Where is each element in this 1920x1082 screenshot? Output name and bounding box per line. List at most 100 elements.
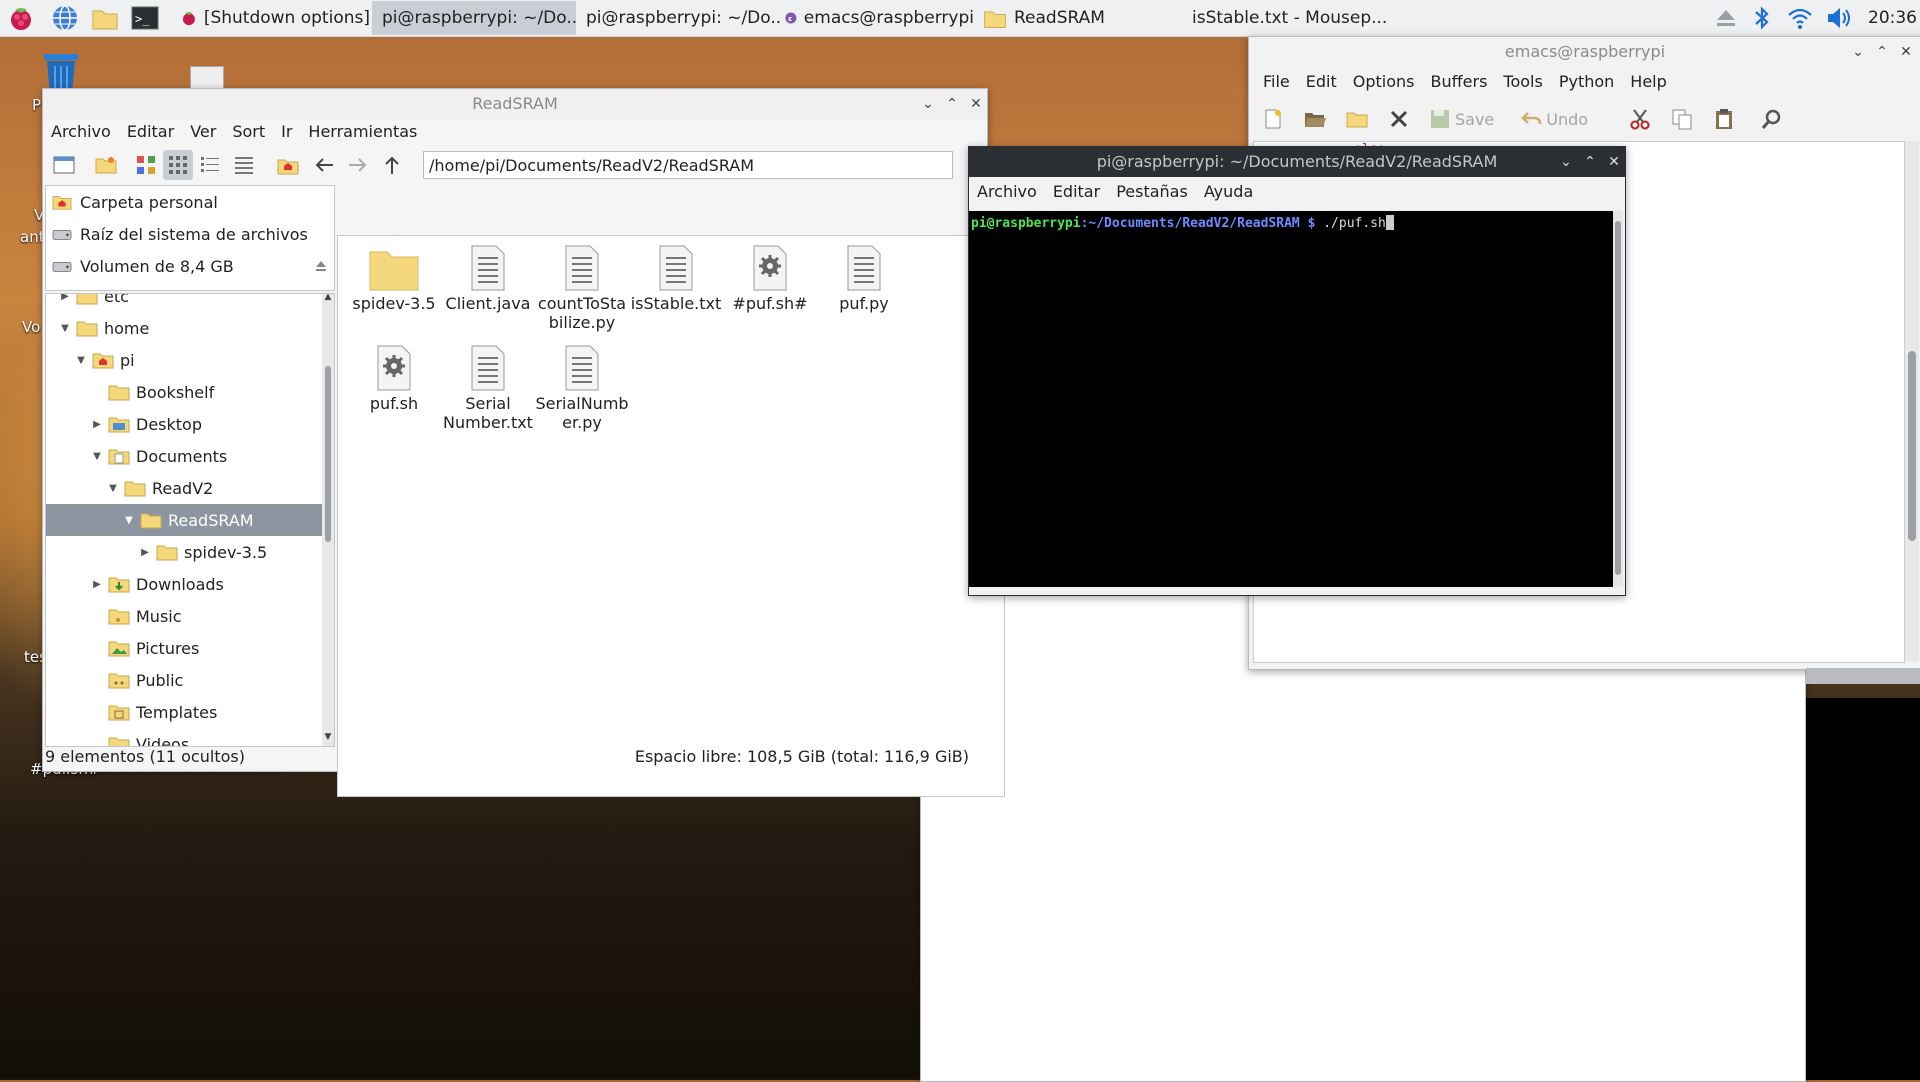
taskbar-item-emacs[interactable]: ε emacs@raspberrypi (780, 1, 974, 35)
place-volume[interactable]: Volumen de 8,4 GB (46, 250, 334, 282)
paste-button[interactable] (1712, 107, 1736, 131)
menu-pestanas[interactable]: Pestañas (1108, 179, 1196, 205)
home-icon[interactable] (277, 154, 299, 176)
back-arrow-icon[interactable] (313, 154, 335, 176)
undo-button[interactable]: Undo (1520, 108, 1588, 130)
tree-item[interactable]: ▶ Downloads (46, 568, 334, 600)
taskbar-item-mousepad[interactable]: isStable.txt - Mousep... (1182, 1, 1386, 35)
taskbar-item-shutdown[interactable]: [Shutdown options] (176, 1, 370, 35)
search-button[interactable] (1760, 107, 1784, 131)
menu-buffers[interactable]: Buffers (1423, 69, 1496, 95)
save-button[interactable]: Save (1429, 108, 1494, 130)
maximize-button[interactable]: ⌃ (945, 97, 959, 111)
scrollbar-thumb[interactable] (1908, 351, 1916, 541)
collapse-arrow-icon[interactable]: ▼ (122, 515, 136, 526)
menu-tools[interactable]: Tools (1495, 69, 1550, 95)
minimize-button[interactable]: ⌄ (1851, 45, 1865, 59)
new-window-icon[interactable] (53, 154, 75, 176)
tree-item[interactable]: Bookshelf (46, 376, 334, 408)
maximize-button[interactable]: ⌃ (1875, 45, 1889, 59)
file-item[interactable]: #puf.sh# (722, 244, 818, 313)
file-item[interactable]: puf.py (816, 244, 912, 313)
close-button[interactable]: ✕ (1899, 45, 1913, 59)
dired-button[interactable] (1345, 107, 1369, 131)
menu-ayuda[interactable]: Ayuda (1196, 179, 1261, 205)
new-file-button[interactable] (1261, 107, 1285, 131)
up-arrow-icon[interactable] (381, 154, 403, 176)
emacs-scrollbar[interactable] (1905, 141, 1919, 661)
expand-arrow-icon[interactable]: ▶ (90, 419, 104, 430)
menu-options[interactable]: Options (1345, 69, 1423, 95)
taskbar-item-readsram[interactable]: ReadSRAM (978, 1, 1172, 35)
menu-editar[interactable]: Editar (119, 119, 182, 145)
new-folder-icon[interactable] (95, 154, 117, 176)
file-item[interactable]: Client.java (440, 244, 536, 313)
scrollbar-thumb[interactable] (325, 366, 331, 542)
menu-file[interactable]: File (1255, 69, 1298, 95)
file-item[interactable]: Serial Number.txt (440, 344, 536, 432)
scroll-up-icon[interactable]: ▲ (322, 294, 334, 302)
tree-item[interactable]: ▼ Documents (46, 440, 334, 472)
tree-item[interactable]: ▶ Desktop (46, 408, 334, 440)
forward-arrow-icon[interactable] (347, 154, 369, 176)
expand-arrow-icon[interactable]: ▶ (138, 547, 152, 558)
collapse-arrow-icon[interactable]: ▼ (90, 451, 104, 462)
terminal-screen[interactable]: pi@raspberrypi:~/Documents/ReadV2/ReadSR… (969, 211, 1613, 587)
tree-item[interactable]: Public (46, 664, 334, 696)
menu-ver[interactable]: Ver (182, 119, 224, 145)
tree-item[interactable]: Templates (46, 696, 334, 728)
minimize-button[interactable]: ⌄ (1559, 155, 1573, 169)
tree-item[interactable]: ▼ ReadV2 (46, 472, 334, 504)
icon-view-button[interactable] (163, 150, 193, 180)
scroll-down-icon[interactable]: ▼ (322, 732, 334, 742)
eject-icon[interactable] (314, 259, 328, 273)
thumbnail-view-icon[interactable] (135, 154, 157, 176)
tree-scrollbar[interactable]: ▲ ▼ (322, 294, 334, 746)
bluetooth-icon[interactable] (1748, 3, 1776, 33)
cut-button[interactable] (1628, 107, 1652, 131)
volume-icon[interactable] (1824, 3, 1852, 33)
tree-item[interactable]: ▶ etc (46, 294, 334, 312)
desktop-file-icon[interactable] (190, 66, 224, 90)
eject-icon[interactable] (1712, 3, 1740, 33)
tree-item[interactable]: Pictures (46, 632, 334, 664)
tree-item[interactable]: ▼ home (46, 312, 334, 344)
tree-item[interactable]: ▶ spidev-3.5 (46, 536, 334, 568)
place-home[interactable]: Carpeta personal (46, 186, 334, 218)
browser-globe-icon[interactable] (50, 3, 80, 33)
menu-help[interactable]: Help (1622, 69, 1674, 95)
file-item[interactable]: puf.sh (346, 344, 442, 413)
list-view-icon[interactable] (233, 154, 255, 176)
file-manager-launcher-icon[interactable] (90, 3, 120, 33)
close-button[interactable]: ✕ (969, 97, 983, 111)
copy-button[interactable] (1670, 107, 1694, 131)
file-item[interactable]: spidev-3.5 (346, 244, 442, 313)
tree-item-selected[interactable]: ▼ ReadSRAM (46, 504, 334, 536)
tree-item[interactable]: Music (46, 600, 334, 632)
trash-icon[interactable] (38, 46, 84, 94)
collapse-arrow-icon[interactable]: ▼ (58, 323, 72, 334)
path-input[interactable]: /home/pi/Documents/ReadV2/ReadSRAM (423, 151, 953, 179)
maximize-button[interactable]: ⌃ (1583, 155, 1597, 169)
open-file-button[interactable] (1303, 107, 1327, 131)
minimize-button[interactable]: ⌄ (921, 97, 935, 111)
file-item[interactable]: isStable.txt (628, 244, 724, 313)
compact-view-icon[interactable] (199, 154, 221, 176)
menu-archivo[interactable]: Archivo (43, 119, 119, 145)
tree-item[interactable]: ▼ pi (46, 344, 334, 376)
terminal-launcher-icon[interactable]: >_ (130, 3, 160, 33)
taskbar-item-terminal-1[interactable]: >_ pi@raspberrypi: ~/Do... (372, 1, 576, 35)
menu-herramientas[interactable]: Herramientas (300, 119, 425, 145)
kill-buffer-button[interactable] (1387, 107, 1411, 131)
file-item[interactable]: SerialNumb er.py (534, 344, 630, 432)
collapse-arrow-icon[interactable]: ▼ (106, 483, 120, 494)
scrollbar-thumb[interactable] (1615, 221, 1621, 575)
menu-python[interactable]: Python (1551, 69, 1622, 95)
file-item[interactable]: countToSta bilize.py (534, 244, 630, 332)
expand-arrow-icon[interactable]: ▶ (58, 294, 72, 302)
terminal-scrollbar[interactable] (1613, 211, 1623, 587)
clock[interactable]: 20:36 (1868, 8, 1917, 28)
menu-ir[interactable]: Ir (273, 119, 300, 145)
menu-editar[interactable]: Editar (1045, 179, 1108, 205)
menu-archivo[interactable]: Archivo (969, 179, 1045, 205)
